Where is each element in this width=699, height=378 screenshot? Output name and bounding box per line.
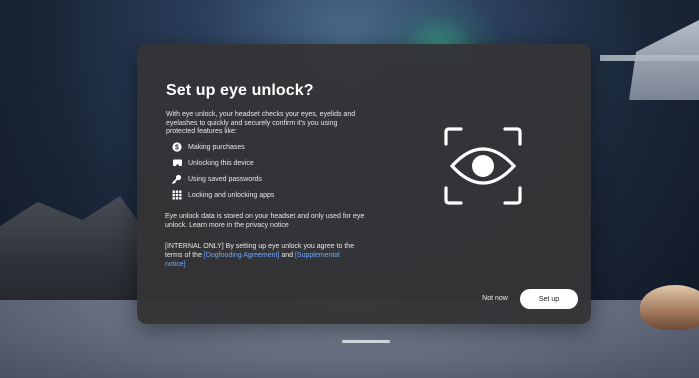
feature-label: Using saved passwords (188, 175, 262, 183)
storage-notice: Eye unlock data is stored on your headse… (165, 213, 365, 229)
svg-text:$: $ (175, 144, 179, 151)
feature-label: Making purchases (188, 143, 245, 151)
feature-label: Locking and unlocking apps (188, 191, 275, 199)
internal-terms-middle: and (279, 252, 295, 259)
dialog-title: Set up eye unlock? (166, 82, 314, 99)
background-structure (629, 20, 699, 100)
dollar-icon: $ (171, 141, 183, 153)
grid-icon (171, 189, 183, 201)
feature-item-passwords: Using saved passwords (171, 173, 262, 185)
eye-scan-icon (443, 126, 523, 206)
background-rock (0, 196, 150, 310)
not-now-button[interactable]: Not now (475, 290, 515, 306)
feature-item-unlock-device: Unlocking this device (171, 157, 254, 169)
eye-unlock-dialog: Set up eye unlock? With eye unlock, your… (137, 44, 591, 324)
dogfooding-agreement-link[interactable]: [Dogfooding Agreement] (204, 252, 280, 259)
background-bowl (640, 285, 699, 330)
feature-item-purchases: $ Making purchases (171, 141, 245, 153)
key-icon (171, 173, 183, 185)
internal-terms: [INTERNAL ONLY] By setting up eye unlock… (165, 242, 360, 269)
feature-item-apps: Locking and unlocking apps (171, 189, 274, 201)
feature-label: Unlocking this device (188, 159, 254, 167)
dialog-intro: With eye unlock, your headset checks you… (166, 111, 356, 136)
home-indicator[interactable] (342, 340, 390, 343)
set-up-button[interactable]: Set up (520, 289, 578, 309)
headset-icon (171, 157, 183, 169)
